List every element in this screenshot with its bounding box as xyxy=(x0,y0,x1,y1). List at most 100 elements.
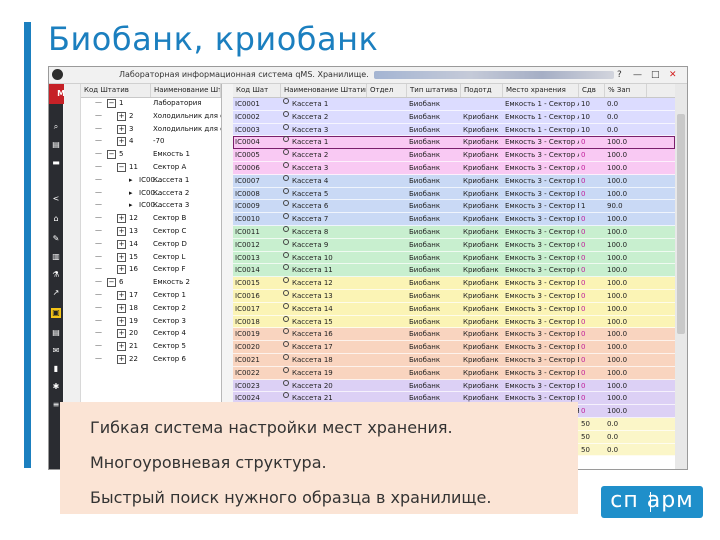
folder-icon[interactable]: ▬ xyxy=(51,158,61,168)
collapse-icon[interactable]: − xyxy=(107,99,116,108)
expand-icon[interactable]: + xyxy=(117,214,126,224)
magnifier-icon[interactable] xyxy=(283,123,289,130)
flask-icon[interactable]: ⚗ xyxy=(51,270,61,280)
grid-row[interactable]: IC0014 Кассета 11 Биобанк Криобанк Емкость 3… xyxy=(233,264,675,278)
magnifier-icon[interactable] xyxy=(283,251,289,258)
tree-row[interactable]: — ▸ IC00... Кассета 3 xyxy=(81,200,221,213)
scroll-thumb[interactable] xyxy=(677,114,685,334)
maximize-button[interactable]: □ xyxy=(651,69,660,81)
magnifier-icon[interactable] xyxy=(283,225,289,232)
tree-header-name[interactable]: Наименование Штати xyxy=(151,84,221,97)
grid-row[interactable]: IC0009 Кассета 6 Биобанк Криобанк Емкость 3 … xyxy=(233,200,675,214)
tree-row[interactable]: — +12 Сектор В xyxy=(81,213,221,226)
collapse-icon[interactable]: − xyxy=(107,150,116,160)
magnifier-icon[interactable] xyxy=(283,174,289,181)
expand-icon[interactable]: + xyxy=(117,111,126,121)
grid-row[interactable]: IC0022 Кассета 19 Биобанк Криобанк Емкость 3… xyxy=(233,366,675,380)
close-button[interactable]: ✕ xyxy=(669,69,677,81)
grid-row[interactable]: IC0005 Кассета 2 Биобанк Криобанк Емкость 3 … xyxy=(233,149,675,162)
bar-chart-icon[interactable]: ▮ xyxy=(51,364,61,374)
grid-row[interactable]: IC0016 Кассета 13 Биобанк Криобанк Емкость 3… xyxy=(233,289,675,303)
grid-row[interactable]: IC0007 Кассета 4 Биобанк Криобанк Емкость 3 … xyxy=(233,174,675,188)
grid-row[interactable]: IC0019 Кассета 16 Биобанк Криобанк Емкость 3… xyxy=(233,328,675,342)
magnifier-icon[interactable] xyxy=(283,379,289,386)
expand-icon[interactable]: + xyxy=(117,137,126,147)
tree-row[interactable]: — ▸ IC00... Кассета 1 xyxy=(81,175,221,188)
expand-icon[interactable]: + xyxy=(117,329,126,339)
tree-row[interactable]: — +13 Сектор С xyxy=(81,226,221,239)
tree-row[interactable]: — ▸ IC00... Кассета 2 xyxy=(81,188,221,201)
magnifier-icon[interactable] xyxy=(283,200,289,207)
tree-row[interactable]: — +2 Холодильник для о xyxy=(81,111,221,124)
magnifier-icon[interactable] xyxy=(283,136,289,143)
tree-row[interactable]: — −5 Емкость 1 xyxy=(81,149,221,162)
magnifier-icon[interactable] xyxy=(283,238,289,245)
grid-header-department[interactable]: Отдел xyxy=(367,84,407,97)
magnifier-icon[interactable] xyxy=(283,353,289,360)
tree-row[interactable]: — +4 -70 xyxy=(81,136,221,149)
home-icon[interactable]: ⌂ xyxy=(51,214,61,224)
magnifier-icon[interactable] xyxy=(283,289,289,296)
expand-icon[interactable]: ▸ xyxy=(129,176,133,184)
expand-icon[interactable]: + xyxy=(117,226,126,236)
storage-icon[interactable]: ▣ xyxy=(51,308,61,318)
search-icon[interactable]: ⌕ xyxy=(51,122,61,132)
expand-icon[interactable]: + xyxy=(117,239,126,249)
grid-row[interactable]: IC0012 Кассета 9 Биобанк Криобанк Емкость 3 … xyxy=(233,238,675,252)
expand-icon[interactable]: ▸ xyxy=(129,201,133,209)
grid-row[interactable]: IC0020 Кассета 17 Биобанк Криобанк Емкость 3… xyxy=(233,341,675,354)
grid-header-storage-place[interactable]: Место хранения xyxy=(503,84,579,97)
gear-icon[interactable]: ✱ xyxy=(51,382,61,392)
document-icon[interactable]: ▥ xyxy=(51,252,61,262)
expand-icon[interactable]: + xyxy=(117,252,126,262)
grid-header-name[interactable]: Наименование Штатив xyxy=(281,84,367,97)
grid-row[interactable]: IC0021 Кассета 18 Биобанк Криобанк Емкость 3… xyxy=(233,353,675,367)
inbox-icon[interactable]: ▤ xyxy=(51,140,61,150)
grid-row[interactable]: IC0004 Кассета 1 Биобанк Криобанк Емкость 3 … xyxy=(233,136,675,150)
minimize-button[interactable]: — xyxy=(633,69,642,81)
grid-row[interactable]: IC0015 Кассета 12 Биобанк Криобанк Емкость 3… xyxy=(233,277,675,290)
magnifier-icon[interactable] xyxy=(283,277,289,284)
magnifier-icon[interactable] xyxy=(283,213,289,220)
expand-icon[interactable]: + xyxy=(117,265,126,275)
chart-icon[interactable]: ↗ xyxy=(51,288,61,298)
magnifier-icon[interactable] xyxy=(283,98,289,104)
tree-header-code[interactable]: Код Штатив xyxy=(81,84,151,97)
magnifier-icon[interactable] xyxy=(283,366,289,373)
tools-icon[interactable]: ✎ xyxy=(51,234,61,244)
tree-row[interactable]: — +15 Сектор L xyxy=(81,252,221,265)
grid-row[interactable]: IC0008 Кассета 5 Биобанк Криобанк Емкость 3 … xyxy=(233,187,675,201)
expand-icon[interactable]: + xyxy=(117,316,126,326)
grid-header-free-slots[interactable]: Сдв xyxy=(579,84,605,97)
collapse-icon[interactable]: − xyxy=(117,162,126,172)
grid-row[interactable]: IC0013 Кассета 10 Биобанк Криобанк Емкость 3… xyxy=(233,251,675,265)
grid-scrollbar[interactable] xyxy=(675,84,687,469)
magnifier-icon[interactable] xyxy=(283,328,289,335)
magnifier-icon[interactable] xyxy=(283,110,289,117)
tree-row[interactable]: — +16 Сектор F xyxy=(81,264,221,277)
grid-row[interactable]: IC0010 Кассета 7 Биобанк Криобанк Емкость 3 … xyxy=(233,213,675,226)
grid-row[interactable]: IC0018 Кассета 15 Биобанк Криобанк Емкость 3… xyxy=(233,315,675,329)
magnifier-icon[interactable] xyxy=(283,187,289,194)
grid-header-code[interactable]: Код Шат xyxy=(233,84,281,97)
magnifier-icon[interactable] xyxy=(283,302,289,309)
magnifier-icon[interactable] xyxy=(283,341,289,348)
tree-row[interactable]: — −1 Лаборатория xyxy=(81,98,221,111)
mail-icon[interactable]: ✉ xyxy=(51,346,61,356)
tree-row[interactable]: — +3 Холодильник для о xyxy=(81,124,221,137)
grid-row[interactable]: IC0011 Кассета 8 Биобанк Криобанк Емкость 3 … xyxy=(233,225,675,239)
magnifier-icon[interactable] xyxy=(283,392,289,399)
tree-row[interactable]: — +20 Сектор 4 xyxy=(81,328,221,341)
printer-icon[interactable]: ▤ xyxy=(51,328,61,338)
tree-row[interactable]: — +18 Сектор 2 xyxy=(81,303,221,316)
expand-icon[interactable]: + xyxy=(117,354,126,364)
grid-row[interactable]: IC0001 Кассета 1 Биобанк Емкость 1 - Сектор… xyxy=(233,98,675,111)
magnifier-icon[interactable] xyxy=(283,264,289,271)
grid-row[interactable]: IC0002 Кассета 2 Биобанк Криобанк Емкость 1 … xyxy=(233,110,675,124)
tree-row[interactable]: — +19 Сектор 3 xyxy=(81,316,221,329)
magnifier-icon[interactable] xyxy=(283,161,289,168)
expand-icon[interactable]: + xyxy=(117,303,126,313)
tree-row[interactable]: — +21 Сектор 5 xyxy=(81,341,221,354)
expand-icon[interactable]: + xyxy=(117,124,126,134)
grid-header-fill-percent[interactable]: % Зап xyxy=(605,84,647,97)
